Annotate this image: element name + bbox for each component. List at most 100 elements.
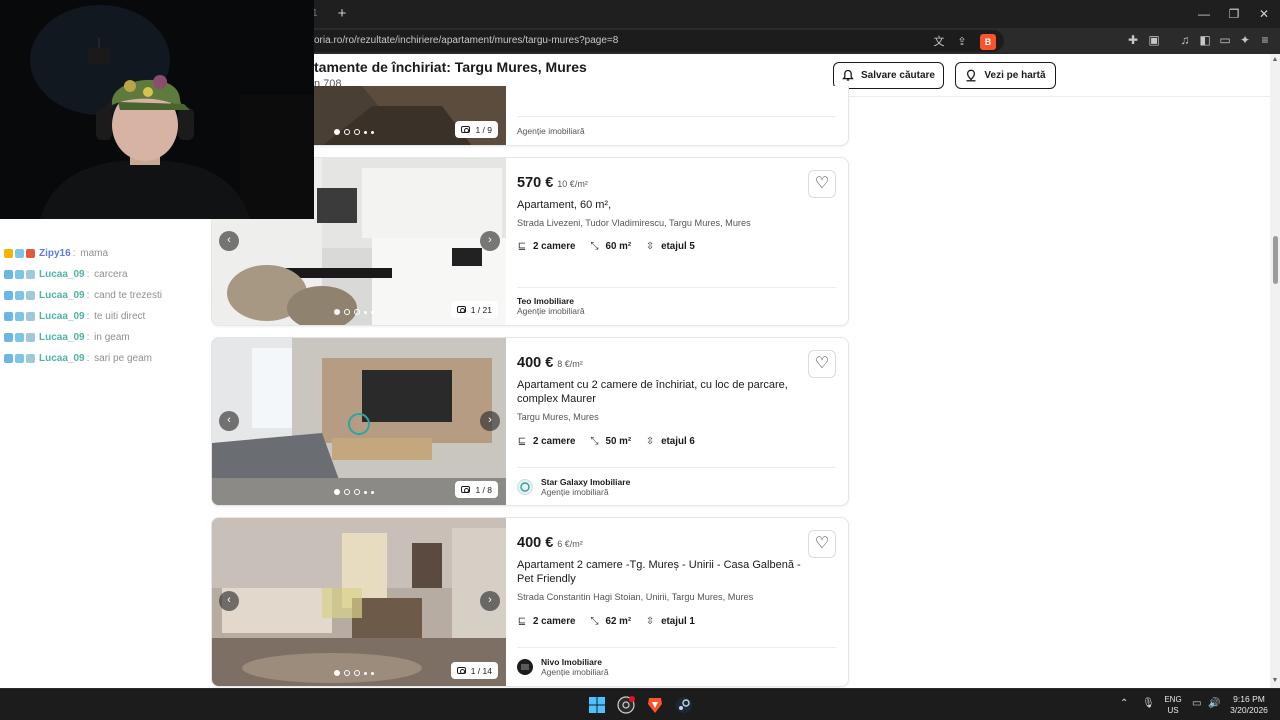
- network-icon[interactable]: ▭: [1192, 698, 1201, 709]
- brave-browser-icon[interactable]: [646, 696, 664, 714]
- gift-badge-icon: [26, 270, 35, 279]
- listing-card[interactable]: ‹ › 1 / 14 400 €6 €/m² ♡ Apartament 2 ca…: [211, 517, 849, 687]
- subscriber-badge-icon: [15, 291, 24, 300]
- chat-username[interactable]: Lucaa_09: [39, 353, 85, 364]
- chat-username[interactable]: Lucaa_09: [39, 332, 85, 343]
- crown-badge-icon: [4, 249, 13, 258]
- map-pin-icon: [966, 69, 976, 82]
- scroll-down-arrow[interactable]: ▼: [1271, 677, 1279, 684]
- close-window-button[interactable]: ✕: [1252, 4, 1276, 24]
- chat-message: Zipy16: mama: [4, 248, 108, 259]
- listing-price[interactable]: 400 €8 €/m²: [517, 355, 583, 371]
- tray-expand-icon[interactable]: ⌃: [1120, 698, 1128, 709]
- language-indicator[interactable]: ENG US: [1161, 694, 1185, 716]
- obs-icon[interactable]: [617, 696, 635, 714]
- subscriber-badge-icon: [15, 354, 24, 363]
- clock-time: 9:16 PM: [1233, 694, 1265, 704]
- chat-username[interactable]: Lucaa_09: [39, 290, 85, 301]
- agency-info[interactable]: Nivo Imobiliare Agenție imobiliară: [517, 657, 609, 677]
- agency-type: Agenție imobiliară: [541, 487, 609, 497]
- listing-features: ⊑ 2 camere ⤡ 60 m² ⇳ etajul 5: [517, 241, 695, 252]
- rooms-value: 2 camere: [533, 241, 576, 252]
- agency-name[interactable]: Star Galaxy Imobiliare: [541, 477, 630, 487]
- floor-icon: ⇳: [645, 616, 655, 627]
- area-icon: ⤡: [590, 241, 599, 252]
- windows-start-icon[interactable]: [588, 696, 606, 714]
- chat-username[interactable]: Lucaa_09: [39, 311, 85, 322]
- listing-features: ⊑ 2 camere ⤡ 62 m² ⇳ etajul 1: [517, 616, 695, 627]
- heart-icon: ♡: [814, 355, 830, 372]
- view-map-button[interactable]: Vezi pe hartă: [955, 62, 1056, 89]
- share-icon[interactable]: ⇪: [954, 34, 970, 50]
- scroll-up-arrow[interactable]: ▲: [1271, 56, 1279, 63]
- agency-logo: [517, 479, 533, 495]
- gift-badge-icon: [26, 333, 35, 342]
- wallet-icon[interactable]: ▣: [1145, 31, 1163, 49]
- restore-button[interactable]: ❐: [1222, 4, 1246, 24]
- next-photo-button[interactable]: ›: [480, 591, 500, 611]
- rooms-icon: ⊑: [517, 241, 527, 252]
- sword-badge-icon: [4, 312, 13, 321]
- sword-badge-icon: [4, 291, 13, 300]
- wallet-card-icon[interactable]: ▭: [1216, 31, 1234, 49]
- chat-message: Lucaa_09: cand te trezesti: [4, 290, 162, 301]
- system-clock[interactable]: 9:16 PM 3/20/2026: [1224, 694, 1274, 716]
- new-tab-button[interactable]: +: [334, 5, 350, 22]
- agency-name[interactable]: Nivo Imobiliare: [541, 657, 609, 667]
- extensions-icon[interactable]: ✚: [1124, 31, 1142, 49]
- camera-icon: [461, 486, 471, 493]
- prev-photo-button[interactable]: ‹: [219, 591, 239, 611]
- listing-address: Strada Constantin Hagi Stoian, Unirii, T…: [517, 592, 754, 602]
- save-search-button[interactable]: Salvare căutare: [833, 62, 944, 89]
- listing-title[interactable]: Apartament cu 2 camere de închiriat, cu …: [517, 378, 817, 406]
- price-per-m2: 8 €/m²: [557, 359, 583, 369]
- favorite-button[interactable]: ♡: [808, 530, 836, 558]
- listing-features: ⊑ 2 camere ⤡ 50 m² ⇳ etajul 6: [517, 436, 695, 447]
- volume-icon[interactable]: 🔊: [1208, 698, 1220, 709]
- steam-icon[interactable]: [675, 696, 693, 714]
- minimize-button[interactable]: —: [1192, 4, 1216, 24]
- microphone-icon[interactable]: 🎙: [1142, 698, 1155, 709]
- sword-badge-icon: [4, 333, 13, 342]
- chat-text: mama: [80, 248, 109, 259]
- url-field[interactable]: oria.ro/ro/rezultate/inchiriere/apartame…: [304, 30, 1004, 52]
- prev-photo-button[interactable]: ‹: [219, 411, 239, 431]
- scrollbar-track[interactable]: [1270, 54, 1280, 688]
- listing-price[interactable]: 400 €6 €/m²: [517, 535, 583, 551]
- sidebar-icon[interactable]: ◧: [1196, 31, 1214, 49]
- floor-value: etajul 5: [661, 241, 695, 252]
- translate-icon[interactable]: 文: [931, 34, 947, 50]
- listing-title[interactable]: Apartament 2 camere -Tg. Mureș - Unirii …: [517, 558, 817, 586]
- leo-ai-icon[interactable]: ✦: [1236, 31, 1254, 49]
- lang-code: ENG: [1164, 695, 1182, 704]
- subscriber-badge-icon: [15, 333, 24, 342]
- listing-title[interactable]: Apartament, 60 m²,: [517, 198, 817, 212]
- chat-username[interactable]: Lucaa_09: [39, 269, 85, 280]
- listing-price[interactable]: 570 €10 €/m²: [517, 175, 588, 191]
- next-photo-button[interactable]: ›: [480, 231, 500, 251]
- scrollbar-thumb[interactable]: [1273, 236, 1278, 284]
- chat-message: Lucaa_09: te uiti direct: [4, 311, 145, 322]
- brave-shields-icon[interactable]: B: [980, 34, 996, 50]
- taskbar: ⌃ 🎙 ENG US ▭ 🔊 9:16 PM 3/20/2026: [0, 688, 1280, 720]
- menu-icon[interactable]: ≡: [1256, 31, 1274, 49]
- agency-info[interactable]: Teo Imobiliare Agenție imobiliară: [517, 296, 585, 316]
- favorite-button[interactable]: ♡: [808, 170, 836, 198]
- listing-photo[interactable]: ‹ › 1 / 8: [212, 338, 506, 505]
- favorite-button[interactable]: ♡: [808, 350, 836, 378]
- agency-info[interactable]: Star Galaxy Imobiliare Agenție imobiliar…: [517, 477, 630, 497]
- prev-photo-button[interactable]: ‹: [219, 231, 239, 251]
- price-per-m2: 6 €/m²: [557, 539, 583, 549]
- agency-name[interactable]: Teo Imobiliare: [517, 296, 585, 306]
- next-photo-button[interactable]: ›: [480, 411, 500, 431]
- photo-counter: 1 / 8: [455, 481, 498, 498]
- listing-card[interactable]: ‹ › 1 / 8 400 €8 €/m² ♡ Apartament cu 2 …: [211, 337, 849, 506]
- rooms-value: 2 camere: [533, 436, 576, 447]
- listing-photo[interactable]: ‹ › 1 / 14: [212, 518, 506, 686]
- url-text[interactable]: oria.ro/ro/rezultate/inchiriere/apartame…: [314, 35, 618, 46]
- music-icon[interactable]: ♫: [1176, 31, 1194, 49]
- agency-logo: [517, 659, 533, 675]
- carousel-dots: [334, 489, 374, 495]
- chat-username[interactable]: Zipy16: [39, 248, 71, 259]
- camera-icon: [456, 306, 466, 313]
